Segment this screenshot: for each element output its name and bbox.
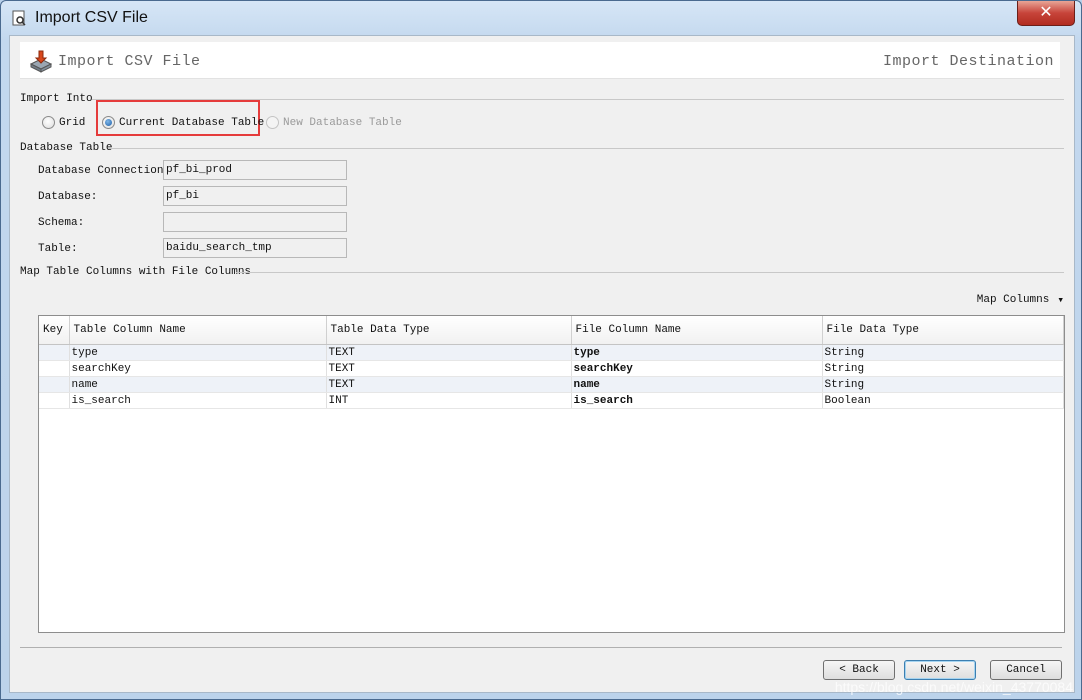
map-columns-divider xyxy=(236,272,1064,273)
file-data-type-cell[interactable]: String xyxy=(822,344,1064,361)
step-title: Import Destination xyxy=(882,53,1054,70)
table-row[interactable]: type TEXT type String xyxy=(39,344,1064,361)
import-into-section-title: Import Into xyxy=(20,93,93,105)
key-cell[interactable] xyxy=(39,360,70,377)
table-header-row: Key Table Column Name Table Data Type Fi… xyxy=(39,316,1064,345)
column-header-file-column-name[interactable]: File Column Name xyxy=(571,316,823,345)
radio-button-selected-icon xyxy=(102,116,115,129)
radio-grid-label: Grid xyxy=(59,116,86,129)
table-data-type-cell[interactable]: INT xyxy=(326,392,572,409)
column-header-table-column-name[interactable]: Table Column Name xyxy=(69,316,327,345)
table-column-name-cell[interactable]: searchKey xyxy=(69,360,327,377)
table-data-type-cell[interactable]: TEXT xyxy=(326,376,572,393)
table-column-name-cell[interactable]: name xyxy=(69,376,327,393)
radio-new-database-table-label: New Database Table xyxy=(283,116,402,129)
table-data-type-cell[interactable]: TEXT xyxy=(326,360,572,377)
database-table-divider xyxy=(108,148,1064,149)
radio-current-database-table[interactable]: Current Database Table xyxy=(102,116,264,129)
radio-grid[interactable]: Grid xyxy=(42,116,85,129)
close-button[interactable]: ✕ xyxy=(1017,1,1075,26)
table-field[interactable]: baidu_search_tmp xyxy=(163,238,347,258)
key-cell[interactable] xyxy=(39,392,70,409)
radio-button-icon xyxy=(42,116,55,129)
radio-button-disabled-icon xyxy=(266,116,279,129)
database-table-section-title: Database Table xyxy=(20,142,113,154)
table-row[interactable]: searchKey TEXT searchKey String xyxy=(39,360,1064,377)
import-csv-window: Import CSV File ✕ Import CSV File Import… xyxy=(0,0,1082,700)
key-cell[interactable] xyxy=(39,376,70,393)
import-icon xyxy=(29,50,53,73)
back-button[interactable]: < Back xyxy=(823,660,895,680)
app-icon xyxy=(12,10,26,26)
file-column-name-cell[interactable]: type xyxy=(571,344,823,361)
next-button[interactable]: Next > xyxy=(904,660,976,680)
map-columns-label: Map Columns xyxy=(976,294,1050,306)
database-field[interactable]: pf_bi xyxy=(163,186,347,206)
radio-current-database-table-label: Current Database Table xyxy=(119,116,265,129)
schema-label: Schema: xyxy=(38,217,85,229)
cancel-button[interactable]: Cancel xyxy=(990,660,1062,680)
title-bar[interactable]: Import CSV File ✕ xyxy=(1,1,1081,35)
column-header-table-data-type[interactable]: Table Data Type xyxy=(326,316,572,345)
column-header-file-data-type[interactable]: File Data Type xyxy=(822,316,1064,345)
dropdown-arrow-icon: ▾ xyxy=(1057,295,1064,307)
column-header-key[interactable]: Key xyxy=(39,316,70,345)
database-label: Database: xyxy=(38,191,98,203)
window-title: Import CSV File xyxy=(35,9,148,26)
radio-new-database-table[interactable]: New Database Table xyxy=(266,116,402,129)
file-data-type-cell[interactable]: String xyxy=(822,376,1064,393)
file-column-name-cell[interactable]: name xyxy=(571,376,823,393)
table-row[interactable]: is_search INT is_search Boolean xyxy=(39,392,1064,409)
file-column-name-cell[interactable]: searchKey xyxy=(571,360,823,377)
key-cell[interactable] xyxy=(39,344,70,361)
dialog-body: Import CSV File Import Destination Impor… xyxy=(9,35,1075,693)
file-column-name-cell[interactable]: is_search xyxy=(571,392,823,409)
table-column-name-cell[interactable]: type xyxy=(69,344,327,361)
database-connection-field[interactable]: pf_bi_prod xyxy=(163,160,347,180)
wizard-banner: Import CSV File Import Destination xyxy=(20,42,1060,79)
watermark-text: https://blog.csdn.net/weixin_43770084 xyxy=(834,679,1073,695)
footer-divider xyxy=(20,647,1062,648)
close-icon: ✕ xyxy=(1039,2,1053,21)
map-columns-section-title: Map Table Columns with File Columns xyxy=(20,266,252,278)
banner-title: Import CSV File xyxy=(58,53,201,70)
database-connection-label: Database Connection: xyxy=(38,165,171,177)
schema-field[interactable] xyxy=(163,212,347,232)
table-column-name-cell[interactable]: is_search xyxy=(69,392,327,409)
map-columns-menu[interactable]: Map Columns ▾ xyxy=(977,293,1064,307)
table-data-type-cell[interactable]: TEXT xyxy=(326,344,572,361)
file-data-type-cell[interactable]: String xyxy=(822,360,1064,377)
table-row[interactable]: name TEXT name String xyxy=(39,376,1064,393)
table-label: Table: xyxy=(38,243,78,255)
column-mapping-table[interactable]: Key Table Column Name Table Data Type Fi… xyxy=(38,315,1065,633)
file-data-type-cell[interactable]: Boolean xyxy=(822,392,1064,409)
